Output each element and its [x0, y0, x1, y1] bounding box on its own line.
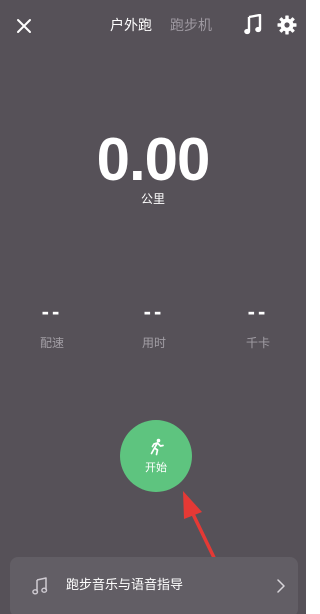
settings-button[interactable] — [277, 15, 297, 35]
screen-edge — [306, 0, 310, 614]
stat-calories: -- 千卡 — [218, 298, 298, 351]
running-icon — [150, 438, 164, 455]
distance-value: 0.00 — [96, 126, 211, 193]
duration-value: -- — [143, 299, 165, 324]
music-note-icon — [32, 577, 48, 595]
duration-label: 用时 — [141, 336, 166, 350]
distance-unit: 公里 — [140, 192, 165, 206]
pace-value: -- — [41, 299, 63, 324]
stat-duration: -- 用时 — [114, 298, 194, 351]
start-label: 开始 — [145, 460, 167, 474]
running-screen: 户外跑 跑步机 0.00 公里 -- 配速 -- 用时 -- 千卡 开始 跑步音… — [0, 0, 306, 614]
close-icon — [17, 19, 31, 33]
music-button[interactable] — [244, 13, 262, 36]
calories-value: -- — [247, 299, 269, 324]
close-button[interactable] — [12, 14, 36, 38]
music-voice-guide-label: 跑步音乐与语音指导 — [66, 578, 184, 593]
tab-outdoor-run[interactable]: 户外跑 — [110, 14, 152, 38]
chevron-right-icon — [277, 579, 285, 593]
calories-label: 千卡 — [245, 336, 270, 350]
music-note-icon — [244, 13, 262, 35]
tab-treadmill[interactable]: 跑步机 — [170, 14, 212, 38]
pace-label: 配速 — [39, 336, 64, 350]
start-button[interactable]: 开始 — [120, 420, 192, 492]
run-mode-tabs: 户外跑 跑步机 — [110, 14, 212, 38]
gear-icon — [277, 15, 297, 35]
music-voice-guide-bar[interactable]: 跑步音乐与语音指导 — [10, 557, 298, 614]
stat-pace: -- 配速 — [12, 298, 92, 351]
